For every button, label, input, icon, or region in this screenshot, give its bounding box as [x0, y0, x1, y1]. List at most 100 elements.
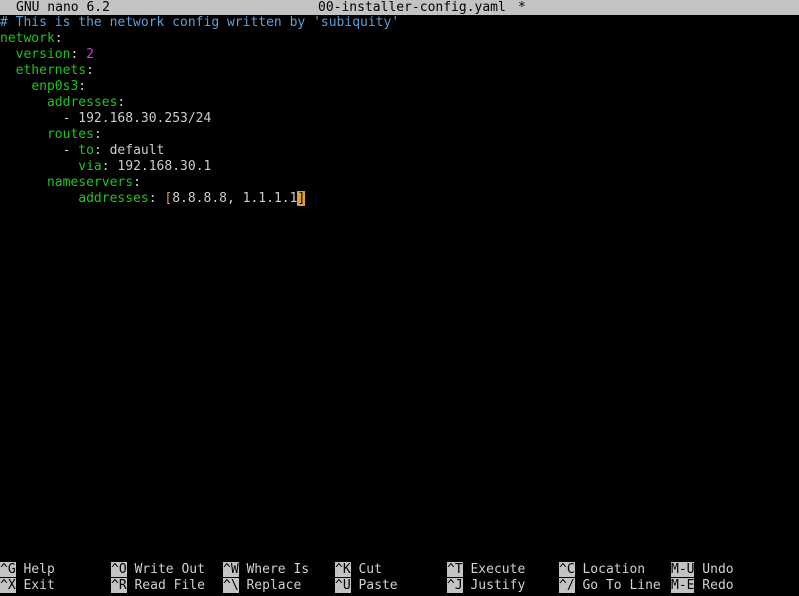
editor-token-plain: 192.168.30.253/24 [78, 111, 212, 126]
editor-token-number: 2 [86, 47, 94, 62]
shortcut-item[interactable]: ^O Write Out [111, 562, 205, 578]
shortcut-item[interactable]: ^C Location [559, 562, 645, 578]
shortcut-label: Redo [694, 578, 734, 593]
shortcut-item[interactable]: M-E Redo [671, 578, 734, 594]
editor-token-key: routes [46, 127, 94, 142]
editor-line-indent [0, 47, 16, 62]
editor-line-indent [0, 127, 47, 142]
editor-line-indent [0, 143, 63, 158]
editor-line[interactable]: network: [0, 31, 799, 47]
shortcut-item[interactable]: ^W Where Is [223, 562, 309, 578]
shortcut-item[interactable]: ^G Help [0, 562, 55, 578]
shortcut-item[interactable]: M-U Undo [671, 562, 734, 578]
editor-line[interactable]: via: 192.168.30.1 [0, 159, 799, 175]
editor-line-indent [0, 175, 47, 190]
shortcut-item[interactable]: ^K Cut [335, 562, 382, 578]
editor-token-key: network [0, 31, 55, 46]
editor-token-key: to [78, 143, 94, 158]
editor-token-punct: : [101, 159, 118, 174]
editor-line[interactable]: # This is the network config written by … [0, 15, 799, 31]
editor-line-indent [0, 95, 47, 110]
editor-line[interactable]: addresses: [0, 95, 799, 111]
shortcut-label: Paste [350, 578, 398, 593]
shortcut-label: Replace [238, 578, 302, 593]
editor-line-indent [0, 79, 31, 94]
shortcut-keycap: ^K [335, 562, 351, 577]
editor-line[interactable]: routes: [0, 127, 799, 143]
editor-token-punct: : [86, 63, 94, 78]
editor-line-indent [0, 191, 63, 206]
shortcut-help-bar: ^G Help ^X Exit ^O Write Out ^R Read File ^W… [0, 554, 799, 596]
editor-token-key: via [78, 159, 102, 174]
editor-line[interactable]: addresses: [8.8.8.8, 1.1.1.1] [0, 191, 799, 207]
editor-token-comment: # This is the network config written by … [0, 15, 400, 30]
shortcut-label: Execute [462, 562, 526, 577]
editor-token-dash: - [62, 143, 79, 158]
editor-token-key: version [15, 47, 71, 62]
shortcut-keycap: ^O [111, 562, 127, 577]
shortcut-label: Write Out [126, 562, 205, 577]
shortcut-item[interactable]: ^X Exit [0, 578, 55, 594]
editor-token-key: addresses [62, 191, 149, 206]
shortcut-keycap: M-E [671, 578, 695, 593]
shortcut-keycap: ^J [447, 578, 463, 593]
shortcut-item[interactable]: ^\ Replace [223, 578, 301, 594]
shortcut-keycap: ^X [0, 578, 16, 593]
editor-token-punct: : [93, 143, 110, 158]
shortcut-label: Go To Line [574, 578, 661, 593]
editor-token-key: enp0s3 [31, 79, 79, 94]
shortcut-keycap: ^W [223, 562, 239, 577]
shortcut-keycap: ^C [559, 562, 575, 577]
shortcut-label: Help [15, 562, 55, 577]
shortcut-item[interactable]: ^U Paste [335, 578, 398, 594]
editor-text-area[interactable]: # This is the network config written by … [0, 15, 799, 546]
editor-line-indent [0, 111, 63, 126]
editor-token-punct: : [133, 175, 141, 190]
nano-terminal-screen: GNU nano 6.2 00-installer-config.yaml * … [0, 0, 799, 596]
editor-line[interactable]: - to: default [0, 143, 799, 159]
shortcut-keycap: ^R [111, 578, 127, 593]
shortcut-keycap: ^U [335, 578, 351, 593]
editor-token-punct: : [54, 31, 63, 46]
shortcut-item[interactable]: ^T Execute [447, 562, 525, 578]
editor-token-key: addresses [46, 95, 118, 110]
shortcut-label: Cut [350, 562, 382, 577]
shortcut-item[interactable]: ^R Read File [111, 578, 205, 594]
shortcut-item[interactable]: ^J Justify [447, 578, 525, 594]
editor-token-punct: : [93, 127, 102, 142]
shortcut-keycap: ^T [447, 562, 463, 577]
shortcut-label: Justify [462, 578, 526, 593]
editor-token-punct: : [78, 79, 87, 94]
editor-token-punct: : [117, 95, 126, 110]
shortcut-item[interactable]: ^/ Go To Line [559, 578, 661, 594]
editor-line[interactable]: ethernets: [0, 63, 799, 79]
text-cursor: ] [297, 191, 306, 206]
shortcut-keycap: ^\ [223, 578, 239, 593]
titlebar: GNU nano 6.2 00-installer-config.yaml * [0, 0, 799, 15]
titlebar-modified-indicator: * [518, 0, 526, 15]
shortcut-keycap: M-U [671, 562, 695, 577]
shortcut-keycap: ^G [0, 562, 16, 577]
shortcut-label: Location [574, 562, 646, 577]
titlebar-version: GNU nano 6.2 [16, 0, 110, 15]
editor-token-key: ethernets [15, 63, 87, 78]
editor-token-key: nameservers [46, 175, 134, 190]
editor-line[interactable]: nameservers: [0, 175, 799, 191]
editor-token-dash: - [62, 111, 79, 126]
editor-line-indent [0, 63, 16, 78]
shortcut-keycap: ^/ [559, 578, 575, 593]
shortcut-label: Undo [694, 562, 734, 577]
editor-token-punct: : [148, 191, 165, 206]
editor-line[interactable]: - 192.168.30.253/24 [0, 111, 799, 127]
editor-token-plain: 192.168.30.1 [117, 159, 212, 174]
editor-line-indent [0, 159, 78, 174]
titlebar-filename: 00-installer-config.yaml [318, 0, 506, 15]
editor-token-plain: default [109, 143, 165, 158]
shortcut-label: Where Is [238, 562, 310, 577]
shortcut-label: Exit [15, 578, 55, 593]
editor-token-plain: 8.8.8.8, 1.1.1.1 [172, 191, 298, 206]
editor-line[interactable]: version: 2 [0, 47, 799, 63]
shortcut-label: Read File [126, 578, 205, 593]
editor-line[interactable]: enp0s3: [0, 79, 799, 95]
editor-token-punct: : [70, 47, 87, 62]
